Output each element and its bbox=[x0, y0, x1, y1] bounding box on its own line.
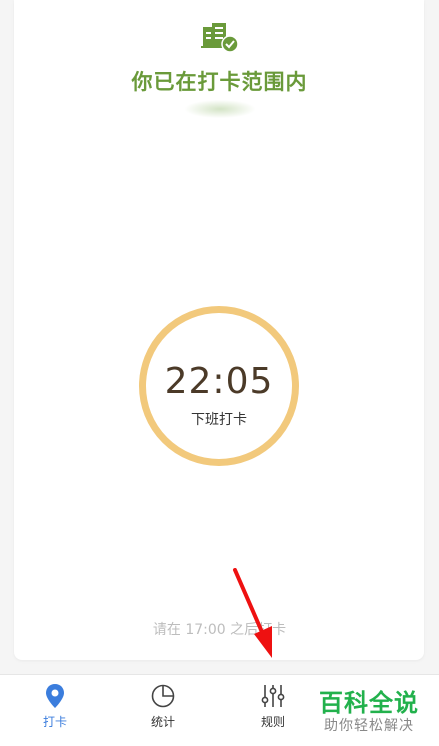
red-arrow-annotation bbox=[233, 568, 272, 658]
clock-time: 22:05 bbox=[164, 361, 274, 402]
watermark-title: 百科全说 bbox=[319, 689, 419, 717]
watermark-logo: 百科全说 助你轻松解决 bbox=[309, 681, 429, 737]
location-pin-icon bbox=[46, 684, 64, 708]
tab-statistics-label: 统计 bbox=[150, 715, 175, 729]
sliders-icon bbox=[261, 685, 285, 707]
in-range-status: 你已在打卡范围内 bbox=[131, 70, 308, 94]
punch-out-button[interactable]: 22:05 下班打卡 bbox=[139, 306, 299, 466]
pie-chart-icon bbox=[151, 684, 175, 708]
punch-page: 你已在打卡范围内 22:05 下班打卡 请在 17:00 之后打卡 打卡 统计 bbox=[0, 0, 439, 746]
punch-hint: 请在 17:00 之后打卡 bbox=[152, 622, 287, 638]
tab-punch-label: 打卡 bbox=[42, 715, 67, 729]
building-check-icon bbox=[201, 23, 239, 53]
watermark-subtitle: 助你轻松解决 bbox=[324, 718, 414, 734]
punch-label: 下班打卡 bbox=[191, 412, 247, 428]
tab-punch[interactable]: 打卡 bbox=[0, 675, 110, 746]
location-blur bbox=[185, 100, 255, 118]
tab-statistics[interactable]: 统计 bbox=[108, 675, 218, 746]
